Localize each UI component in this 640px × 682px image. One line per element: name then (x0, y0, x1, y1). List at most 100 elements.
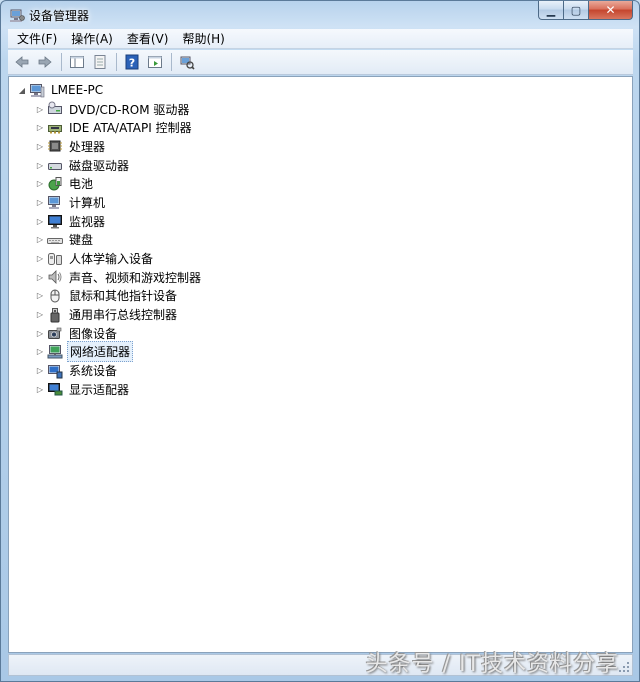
sound-icon (47, 269, 63, 285)
expand-arrow-icon[interactable]: ▷ (35, 104, 45, 114)
device-tree: ◢ LMEE-PC ▷ DVD/CD-ROM 驱动器 ▷ IDE ATA/ATAPI … (17, 81, 203, 399)
device-tree-pane[interactable]: ◢ LMEE-PC ▷ DVD/CD-ROM 驱动器 ▷ IDE ATA/ATAPI … (8, 76, 633, 653)
expand-arrow-icon[interactable]: ▷ (35, 384, 45, 394)
display-adapter-icon (47, 381, 63, 397)
tree-item[interactable]: ▷ 监视器 (17, 212, 203, 231)
expand-arrow-icon[interactable]: ▷ (35, 160, 45, 170)
tree-item[interactable]: ▷ 鼠标和其他指针设备 (17, 287, 203, 306)
toolbar-separator (61, 53, 62, 71)
tree-item-label: IDE ATA/ATAPI 控制器 (69, 121, 192, 136)
caption-buttons: ▁ ▢ ✕ (538, 1, 633, 20)
tree-item[interactable]: ▷ 系统设备 (17, 361, 203, 380)
disk-drive-icon (47, 157, 63, 173)
expand-arrow-icon[interactable]: ▷ (35, 123, 45, 133)
expand-arrow-icon[interactable]: ▷ (35, 328, 45, 338)
collapse-arrow-icon[interactable]: ◢ (17, 85, 27, 95)
tree-root-label: LMEE-PC (51, 83, 104, 98)
tree-item-label: 图像设备 (69, 326, 118, 341)
tree-item[interactable]: ▷ DVD/CD-ROM 驱动器 (17, 100, 203, 119)
show-hide-tree-button[interactable] (66, 52, 88, 72)
dvd-drive-icon (47, 101, 63, 117)
expand-arrow-icon[interactable]: ▷ (35, 216, 45, 226)
help-button[interactable]: ? (121, 52, 143, 72)
hid-icon (47, 251, 63, 267)
svg-text:?: ? (129, 57, 135, 70)
tree-item[interactable]: ▷ 声音、视频和游戏控制器 (17, 268, 203, 287)
menu-bar: 文件(F) 操作(A) 查看(V) 帮助(H) (8, 29, 633, 49)
window-title: 设备管理器 (29, 9, 90, 23)
toolbar: ? (8, 50, 633, 75)
toolbar-separator (171, 53, 172, 71)
tree-item-label: 处理器 (69, 139, 106, 154)
device-manager-window: 设备管理器 ▁ ▢ ✕ 文件(F) 操作(A) 查看(V) 帮助(H) ? ◢ … (0, 0, 640, 682)
expand-arrow-icon[interactable]: ▷ (35, 141, 45, 151)
mouse-icon (47, 288, 63, 304)
scan-hardware-icon (180, 56, 195, 70)
tree-item-label: 键盘 (69, 233, 94, 248)
expand-arrow-icon[interactable]: ▷ (35, 254, 45, 264)
expand-arrow-icon[interactable]: ▷ (35, 272, 45, 282)
menu-file[interactable]: 文件(F) (10, 29, 64, 49)
tree-item[interactable]: ▷ 磁盘驱动器 (17, 156, 203, 175)
menu-view[interactable]: 查看(V) (120, 29, 176, 49)
expand-arrow-icon[interactable]: ▷ (35, 197, 45, 207)
tree-item-label: DVD/CD-ROM 驱动器 (69, 102, 190, 117)
tree-item[interactable]: ▷ 电池 (17, 174, 203, 193)
menu-help[interactable]: 帮助(H) (175, 29, 231, 49)
tree-root[interactable]: ◢ LMEE-PC (17, 81, 203, 100)
maximize-button[interactable]: ▢ (564, 1, 589, 20)
ide-controller-icon (47, 120, 63, 136)
network-adapter-icon (47, 344, 63, 360)
tree-item-label: 系统设备 (69, 364, 118, 379)
properties-button[interactable] (89, 52, 111, 72)
title-bar[interactable]: 设备管理器 ▁ ▢ ✕ (1, 1, 639, 29)
tree-item-label: 人体学输入设备 (69, 252, 154, 267)
maximize-icon: ▢ (570, 3, 582, 17)
toolbar-separator (116, 53, 117, 71)
tree-item-label: 计算机 (69, 195, 106, 210)
forward-button[interactable] (34, 52, 56, 72)
expand-arrow-icon[interactable]: ▷ (35, 235, 45, 245)
tree-item-label: 声音、视频和游戏控制器 (69, 270, 202, 285)
tree-item[interactable]: ▷ 键盘 (17, 231, 203, 250)
tree-item-label: 网络适配器 (67, 341, 134, 363)
monitor-icon (47, 213, 63, 229)
resize-grip-icon[interactable] (618, 661, 630, 673)
tree-item[interactable]: ▷ 处理器 (17, 137, 203, 156)
expand-arrow-icon[interactable]: ▷ (35, 366, 45, 376)
expand-arrow-icon[interactable]: ▷ (35, 347, 45, 357)
console-button[interactable] (144, 52, 166, 72)
tree-item[interactable]: ▷ 计算机 (17, 193, 203, 212)
tree-item-label: 鼠标和其他指针设备 (69, 289, 178, 304)
tree-item[interactable]: ▷ 显示适配器 (17, 380, 203, 399)
tree-item-label: 磁盘驱动器 (69, 158, 130, 173)
tree-item[interactable]: ▷ 人体学输入设备 (17, 249, 203, 268)
minimize-icon: ▁ (546, 3, 556, 17)
tree-view-icon (70, 56, 84, 68)
tree-item-label: 电池 (69, 177, 94, 192)
menu-action[interactable]: 操作(A) (64, 29, 120, 49)
back-button[interactable] (11, 52, 33, 72)
help-icon: ? (125, 54, 139, 70)
tree-item[interactable]: ▷ 通用串行总线控制器 (17, 305, 203, 324)
scan-hardware-button[interactable] (176, 52, 198, 72)
keyboard-icon (47, 232, 63, 248)
system-device-icon (47, 363, 63, 379)
tree-item-label: 监视器 (69, 214, 106, 229)
camera-icon (47, 325, 63, 341)
tree-item[interactable]: ▷ 图像设备 (17, 324, 203, 343)
expand-arrow-icon[interactable]: ▷ (35, 310, 45, 320)
expand-arrow-icon[interactable]: ▷ (35, 291, 45, 301)
back-arrow-icon (15, 56, 29, 68)
processor-icon (47, 138, 63, 154)
computer-icon (47, 194, 63, 210)
expand-arrow-icon[interactable]: ▷ (35, 179, 45, 189)
close-button[interactable]: ✕ (589, 1, 633, 20)
properties-icon (94, 55, 106, 69)
tree-item[interactable]: ▷ IDE ATA/ATAPI 控制器 (17, 118, 203, 137)
forward-arrow-icon (38, 56, 52, 68)
minimize-button[interactable]: ▁ (538, 1, 564, 20)
device-manager-icon (9, 7, 25, 23)
usb-icon (47, 307, 63, 323)
tree-item[interactable]: ▷ 网络适配器 (17, 341, 203, 363)
